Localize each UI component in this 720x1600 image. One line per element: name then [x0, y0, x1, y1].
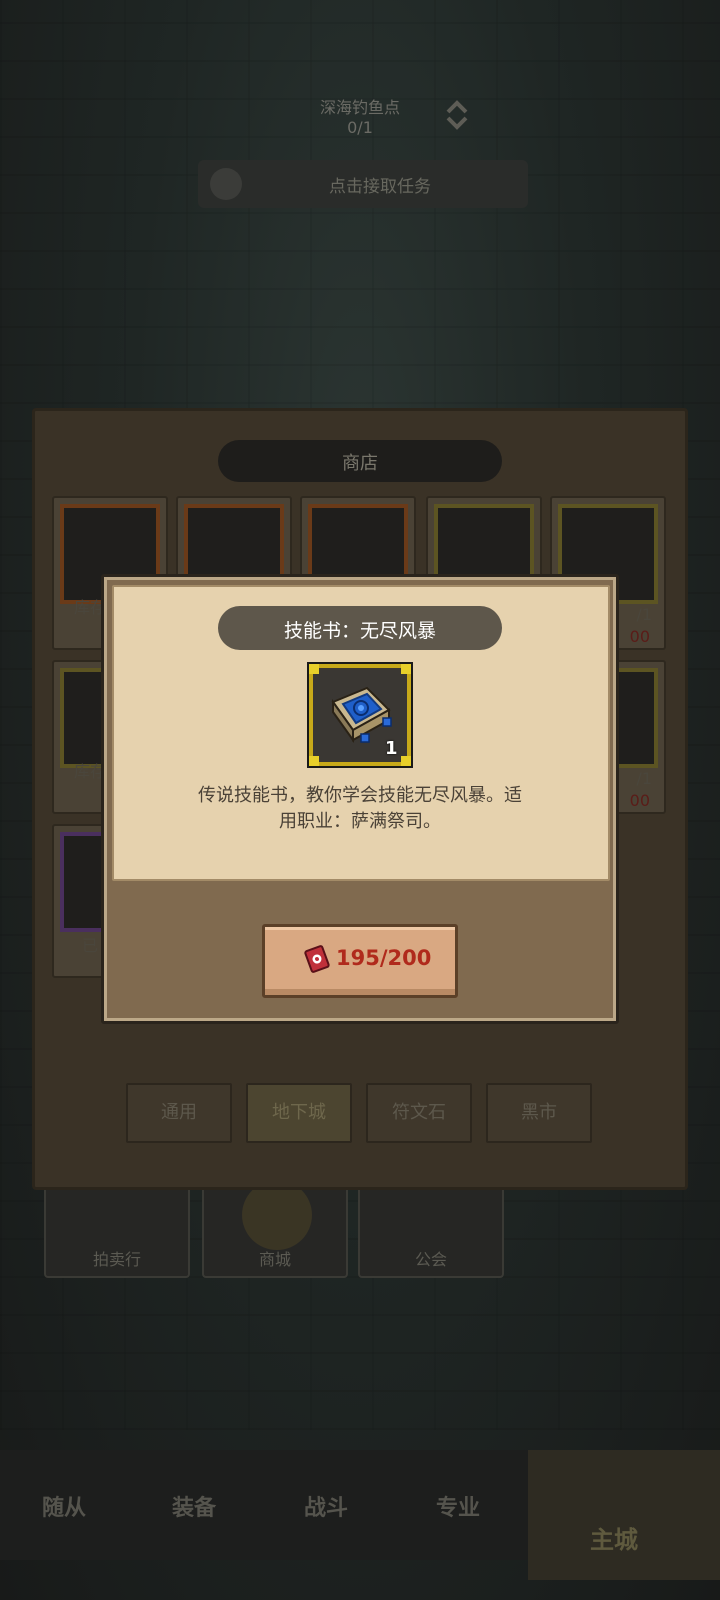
nav-main-city[interactable] — [528, 1450, 720, 1580]
ticket-icon — [304, 945, 330, 973]
tab-dungeon[interactable]: 地下城 — [246, 1083, 352, 1143]
tab-rune-stone[interactable]: 符文石 — [366, 1083, 472, 1143]
tab-black-market[interactable]: 黑市 — [486, 1083, 592, 1143]
slot-price: 00 — [629, 627, 650, 646]
quest-title: 深海钓鱼点 — [319, 98, 400, 117]
tab-general[interactable]: 通用 — [126, 1083, 232, 1143]
slot-price: 00 — [629, 791, 650, 810]
nav-profession[interactable]: 专业 — [436, 1490, 480, 1522]
item-description: 传说技能书，教你学会技能无尽风暴。适 用职业：萨满祭司。 — [160, 783, 560, 835]
quest-accept-label: 点击接取任务 — [329, 177, 431, 197]
mall-label: 商城 — [258, 1250, 291, 1269]
nav-battle[interactable]: 战斗 — [304, 1490, 348, 1522]
frame-corner — [309, 664, 319, 674]
item-description-line1: 传说技能书，教你学会技能无尽风暴。适 — [198, 785, 522, 806]
coin-icon — [242, 1180, 312, 1250]
nav-main-city-label: 主城 — [590, 1526, 638, 1554]
item-count: 1 — [385, 738, 398, 759]
frame-corner — [401, 756, 411, 766]
buy-price: 195/200 — [336, 946, 432, 970]
quest-orb-icon — [210, 168, 242, 200]
modal-title: 技能书：无尽风暴 — [283, 620, 436, 642]
guild-label: 公会 — [414, 1250, 447, 1269]
frame-corner — [309, 756, 319, 766]
refresh-icon[interactable] — [440, 98, 474, 132]
auction-house-label: 拍卖行 — [92, 1250, 141, 1269]
nav-followers[interactable]: 随从 — [42, 1490, 86, 1522]
item-description-line2: 用职业：萨满祭司。 — [279, 811, 441, 832]
shop-title: 商店 — [342, 453, 378, 474]
frame-corner — [401, 664, 411, 674]
nav-equipment[interactable]: 装备 — [172, 1490, 216, 1522]
quest-progress: 0/1 — [347, 118, 373, 137]
